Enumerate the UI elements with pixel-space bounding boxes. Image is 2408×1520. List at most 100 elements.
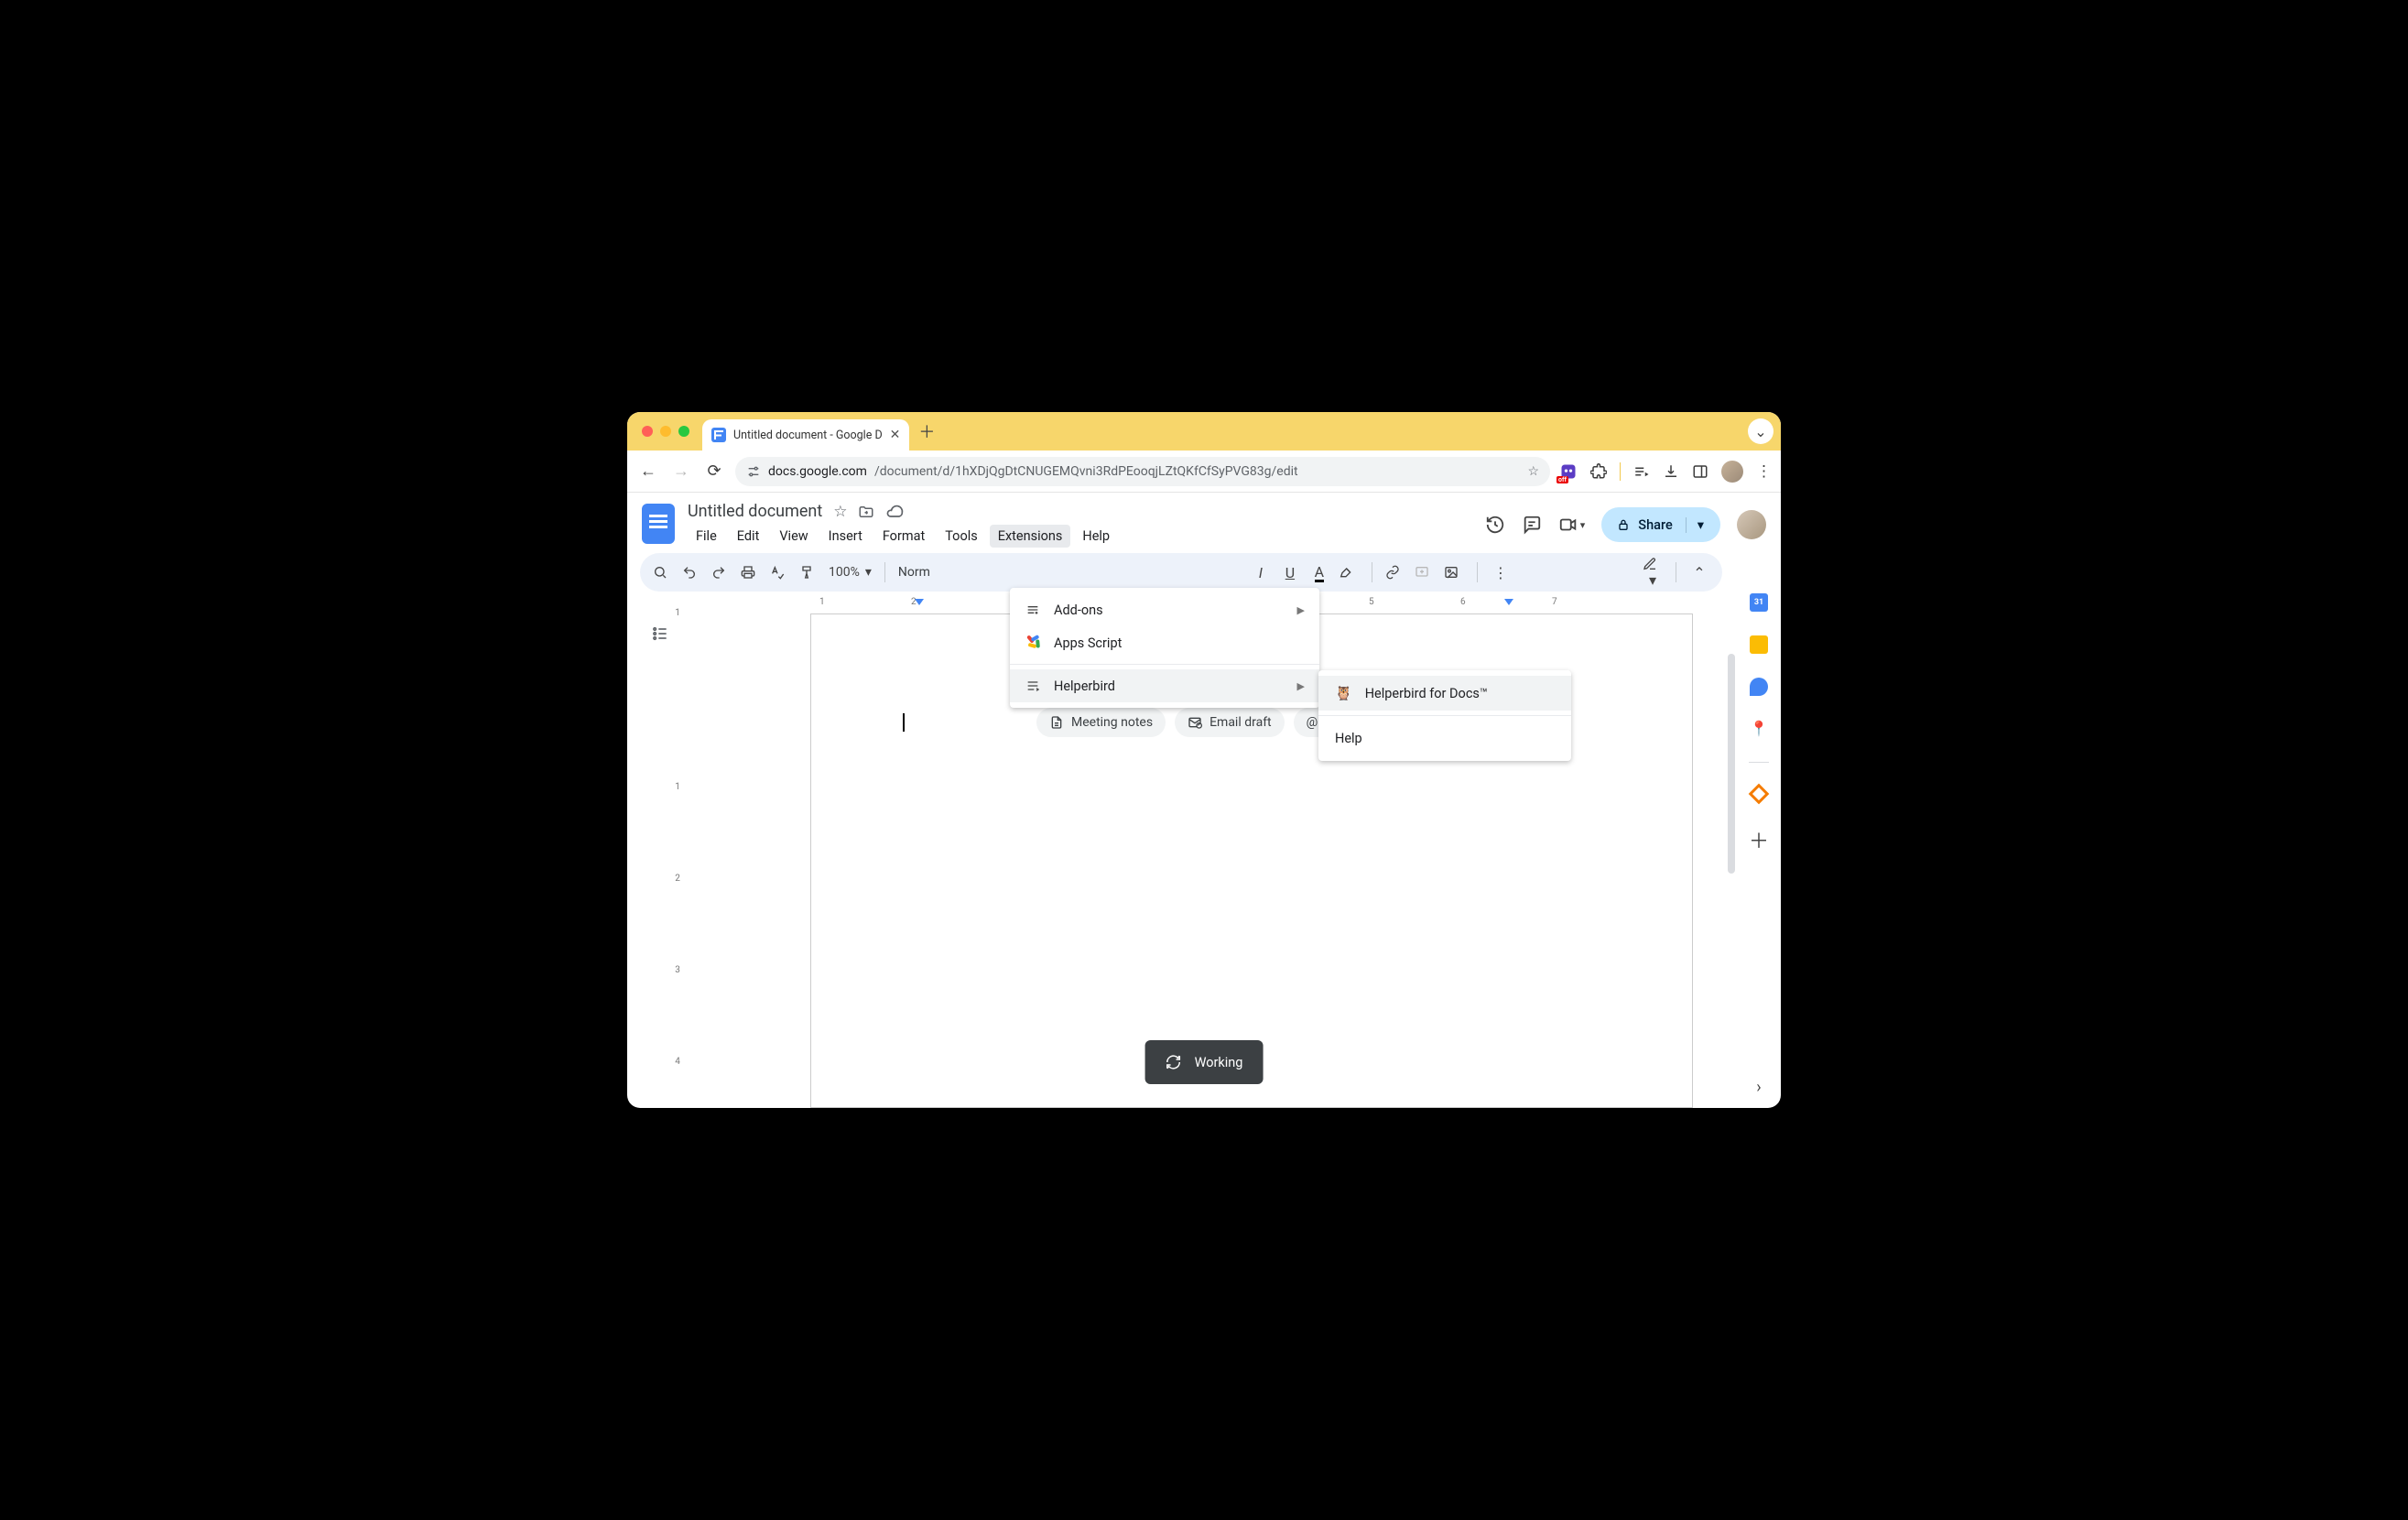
move-document-button[interactable] [858, 504, 874, 520]
undo-button[interactable] [682, 565, 702, 580]
docs-favicon-icon [711, 428, 726, 442]
maximize-window-button[interactable] [678, 426, 689, 437]
calendar-sidepanel-icon[interactable] [1750, 593, 1768, 612]
menu-edit[interactable]: Edit [729, 525, 768, 548]
menu-file[interactable]: File [688, 525, 725, 548]
italic-button[interactable]: I [1251, 564, 1271, 581]
new-tab-button[interactable]: ＋ [918, 419, 935, 443]
search-menus-icon[interactable] [653, 565, 673, 580]
ruler-tick: 4 [664, 1057, 691, 1067]
tab-close-button[interactable]: ✕ [890, 428, 901, 442]
submenu-item-open-helperbird[interactable]: 🦉 Helperbird for Docs™ [1318, 676, 1571, 711]
comments-icon[interactable] [1522, 515, 1542, 535]
submenu-item-help[interactable]: Help [1318, 721, 1571, 755]
minimize-window-button[interactable] [660, 426, 671, 437]
share-label: Share [1638, 517, 1672, 533]
reader-sidebar-icon[interactable] [1692, 463, 1708, 480]
meet-button[interactable]: ▾ [1558, 515, 1586, 535]
account-avatar[interactable] [1737, 510, 1766, 539]
menu-tools[interactable]: Tools [937, 525, 986, 548]
menu-view[interactable]: View [771, 525, 816, 548]
chip-label: Email draft [1209, 715, 1272, 730]
menu-item-addons[interactable]: Add-ons ▶ [1010, 593, 1319, 626]
print-button[interactable] [741, 565, 761, 580]
document-title[interactable]: Untitled document [688, 502, 822, 521]
editing-mode-button[interactable]: ▾ [1643, 557, 1663, 589]
add-comment-button[interactable] [1415, 565, 1435, 580]
nav-reload-button[interactable]: ⟳ [702, 461, 726, 481]
ruler-tick: 1 [664, 782, 691, 792]
sync-icon [1166, 1054, 1182, 1070]
extension-off-badge: off [1557, 476, 1568, 483]
maps-sidepanel-icon[interactable] [1750, 720, 1768, 738]
insert-image-button[interactable] [1444, 565, 1464, 580]
apps-script-icon [1025, 635, 1041, 651]
star-document-button[interactable]: ☆ [833, 503, 847, 521]
chip-meeting-notes[interactable]: Meeting notes [1036, 708, 1166, 737]
address-bar: ← → ⟳ docs.google.com/document/d/1hXDjQg… [627, 451, 1781, 493]
share-dropdown-button[interactable]: ▾ [1686, 517, 1713, 533]
formatting-toolbar-row: 100% ▾ Norm I U A ⋮ [627, 548, 1781, 592]
first-line-indent-marker[interactable] [915, 599, 924, 605]
zoom-selector[interactable]: 100% ▾ [829, 565, 872, 580]
keep-sidepanel-icon[interactable] [1750, 635, 1768, 654]
bookmark-star-icon[interactable]: ☆ [1527, 464, 1539, 479]
collapse-toolbar-button[interactable]: ⌃ [1689, 564, 1709, 581]
url-path: /document/d/1hXDjQgDtCNUGEMQvni3RdPEooqj… [874, 464, 1298, 479]
toolbar-overflow-button[interactable]: ⋮ [1491, 564, 1511, 581]
menu-help[interactable]: Help [1074, 525, 1118, 548]
chip-label: Meeting notes [1071, 715, 1153, 730]
close-window-button[interactable] [642, 426, 653, 437]
ruler-tick: 1 [664, 608, 691, 618]
insert-link-button[interactable] [1385, 565, 1405, 580]
chrome-menu-button[interactable]: ⋮ [1756, 462, 1772, 481]
tabs-overflow-button[interactable]: ⌄ [1748, 418, 1773, 444]
paint-format-button[interactable] [799, 565, 819, 580]
addon-sidepanel-icon[interactable] [1749, 784, 1770, 805]
header-actions: ▾ Share ▾ [1485, 502, 1766, 542]
extension-helperbird-icon[interactable]: off [1559, 462, 1578, 481]
cloud-status-icon[interactable] [885, 503, 904, 521]
spellcheck-button[interactable] [770, 565, 790, 580]
chevron-down-icon: ▾ [865, 565, 872, 580]
ruler-tick: 5 [1369, 597, 1374, 607]
menu-extensions[interactable]: Extensions [990, 525, 1071, 548]
media-playlist-icon[interactable] [1633, 463, 1650, 480]
nav-back-button[interactable]: ← [636, 461, 660, 481]
downloads-icon[interactable] [1663, 463, 1679, 480]
right-indent-marker[interactable] [1504, 599, 1513, 605]
owl-icon: 🦉 [1335, 685, 1352, 701]
menu-item-apps-script[interactable]: Apps Script [1010, 626, 1319, 659]
formatting-toolbar: 100% ▾ Norm I U A ⋮ [640, 553, 1722, 592]
extensions-puzzle-icon[interactable] [1590, 463, 1607, 480]
redo-button[interactable] [711, 565, 732, 580]
menu-item-label: Apps Script [1054, 635, 1122, 651]
menu-insert[interactable]: Insert [820, 525, 871, 548]
highlight-color-button[interactable] [1339, 565, 1359, 580]
text-color-button[interactable]: A [1309, 563, 1329, 582]
share-button[interactable]: Share ▾ [1601, 507, 1720, 542]
nav-forward-button[interactable]: → [669, 461, 693, 481]
contacts-sidepanel-icon[interactable] [1750, 678, 1768, 696]
menu-separator [1318, 715, 1571, 716]
zoom-value: 100% [829, 565, 860, 580]
version-history-icon[interactable] [1485, 515, 1505, 535]
paragraph-style-selector[interactable]: Norm [898, 565, 930, 580]
toolbar-separator [1477, 562, 1478, 582]
ruler-tick: 6 [1460, 597, 1466, 607]
underline-button[interactable]: U [1280, 564, 1300, 581]
hide-sidepanel-button[interactable]: › [1756, 1078, 1761, 1097]
docs-logo-icon[interactable] [642, 504, 675, 544]
profile-avatar-button[interactable] [1721, 461, 1743, 483]
ruler-tick: 7 [1552, 597, 1557, 607]
get-addons-button[interactable]: ＋ [1749, 825, 1769, 854]
site-settings-icon[interactable] [746, 464, 761, 479]
omnibox[interactable]: docs.google.com/document/d/1hXDjQgDtCNUG… [735, 457, 1550, 486]
menu-format[interactable]: Format [874, 525, 933, 548]
chip-email-draft[interactable]: Email draft [1175, 708, 1285, 737]
vertical-scrollbar[interactable] [1728, 654, 1735, 874]
browser-tab[interactable]: Untitled document - Google D ✕ [702, 419, 909, 451]
submenu-item-label: Helperbird for Docs™ [1365, 686, 1488, 701]
toolbar-separator [884, 562, 885, 582]
menu-item-helperbird[interactable]: Helperbird ▶ [1010, 669, 1319, 702]
